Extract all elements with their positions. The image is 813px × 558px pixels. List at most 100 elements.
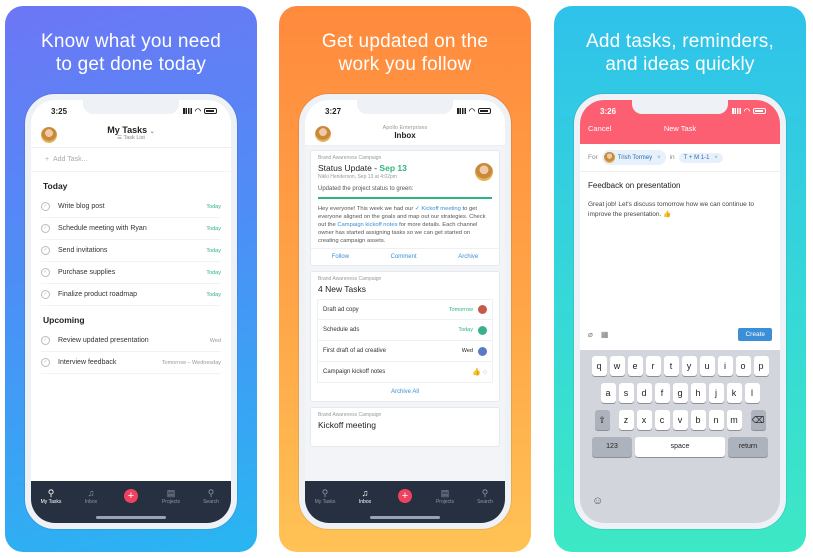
- tab-inbox[interactable]: ♫ Inbox: [351, 487, 379, 505]
- key-c[interactable]: c: [654, 410, 670, 430]
- tab-projects[interactable]: ▤ Projects: [431, 487, 459, 505]
- key-j[interactable]: j: [708, 383, 724, 403]
- plus-icon: +: [124, 489, 138, 503]
- task-row[interactable]: Draft ad copy Tomorrow: [317, 299, 493, 320]
- chevron-down-icon[interactable]: ⌄: [150, 129, 155, 135]
- checkmark-icon[interactable]: ✓: [41, 202, 50, 211]
- checkmark-icon[interactable]: ✓: [41, 224, 50, 233]
- phone-notch: [632, 100, 728, 114]
- kickoff-meeting-link[interactable]: ✓ Kickoff meeting: [415, 206, 461, 212]
- tab-inbox[interactable]: ♫ Inbox: [77, 487, 105, 505]
- task-row[interactable]: First draft of ad creative Wed: [317, 341, 493, 362]
- key-s[interactable]: s: [618, 383, 634, 403]
- assignee-avatar[interactable]: [478, 325, 487, 335]
- archive-button[interactable]: Archive: [458, 254, 478, 260]
- author-avatar[interactable]: [475, 163, 493, 181]
- list-icon: ☰: [117, 135, 123, 141]
- key-u[interactable]: u: [699, 356, 715, 376]
- kickoff-notes-link[interactable]: Campaign kickoff notes: [337, 222, 397, 228]
- task-row[interactable]: ✓ Purchase supplies Today: [41, 262, 221, 284]
- key-a[interactable]: a: [600, 383, 616, 403]
- key-i[interactable]: i: [717, 356, 733, 376]
- tab-my-tasks[interactable]: ⚲ My Tasks: [37, 487, 65, 505]
- project-name[interactable]: Brand Awareness Campaign: [311, 151, 499, 161]
- key-f[interactable]: f: [654, 383, 670, 403]
- kickoff-card[interactable]: Brand Awareness Campaign Kickoff meeting: [310, 407, 500, 447]
- checkmark-icon[interactable]: ✓: [41, 336, 50, 345]
- page-title[interactable]: My Tasks: [107, 125, 147, 135]
- promo-card-my-tasks: Know what you need to get done today 3:2…: [5, 6, 257, 552]
- tab-search[interactable]: ⚲ Search: [471, 487, 499, 505]
- checkmark-icon[interactable]: ✓: [41, 246, 50, 255]
- key-g[interactable]: g: [672, 383, 688, 403]
- checkmark-icon[interactable]: ✓: [41, 290, 50, 299]
- follow-button[interactable]: Follow: [332, 254, 349, 260]
- checkmark-icon[interactable]: ✓: [41, 268, 50, 277]
- due-date: Today: [206, 291, 221, 298]
- key-k[interactable]: k: [726, 383, 742, 403]
- key-v[interactable]: v: [672, 410, 688, 430]
- new-tasks-card[interactable]: Brand Awareness Campaign 4 New Tasks Dra…: [310, 271, 500, 402]
- caption: Get updated on the work you follow: [279, 30, 531, 76]
- task-row[interactable]: ✓ Schedule meeting with Ryan Today: [41, 218, 221, 240]
- key-p[interactable]: p: [753, 356, 769, 376]
- key-n[interactable]: n: [708, 410, 724, 430]
- assignee-chip[interactable]: Trish Tormey ×: [601, 150, 666, 165]
- task-row[interactable]: ✓ Review updated presentation Wed: [41, 330, 221, 352]
- task-description-field[interactable]: Great job! Let's discuss tomorrow how we…: [580, 190, 780, 230]
- assignee-avatar[interactable]: [478, 305, 487, 314]
- shift-key[interactable]: ⇧: [594, 410, 610, 430]
- tab-projects[interactable]: ▤ Projects: [157, 487, 185, 505]
- key-t[interactable]: t: [663, 356, 679, 376]
- add-button[interactable]: +: [391, 487, 419, 503]
- emoji-icon[interactable]: ☺: [592, 495, 603, 507]
- card-actions: Follow Comment Archive: [311, 248, 499, 265]
- assignee-avatar[interactable]: [478, 346, 487, 356]
- phone-frame: 3:25 ◠ My Tasks ⌄ ☰ Task List + Add Task…: [25, 94, 237, 529]
- key-l[interactable]: l: [744, 383, 760, 403]
- key-w[interactable]: w: [609, 356, 625, 376]
- project-chip[interactable]: T + M 1-1 ×: [678, 152, 723, 163]
- create-button[interactable]: Create: [738, 327, 772, 341]
- tab-my-tasks[interactable]: ⚲ My Tasks: [311, 487, 339, 505]
- backspace-icon[interactable]: ⌫: [750, 410, 766, 430]
- key-b[interactable]: b: [690, 410, 706, 430]
- task-name-field[interactable]: Feedback on presentation: [580, 172, 780, 190]
- like-comment-icon[interactable]: 👍 ○: [472, 368, 487, 376]
- due-date: Tomorrow – Wednesday: [161, 359, 221, 366]
- key-m[interactable]: m: [726, 410, 742, 430]
- key-d[interactable]: d: [636, 383, 652, 403]
- paperclip-icon[interactable]: ⌀: [588, 330, 593, 339]
- space-key[interactable]: space: [635, 437, 725, 457]
- close-icon[interactable]: ×: [714, 155, 718, 161]
- add-task-input[interactable]: + Add Task...: [31, 148, 231, 172]
- key-h[interactable]: h: [690, 383, 706, 403]
- close-icon[interactable]: ×: [657, 155, 661, 161]
- task-row[interactable]: ✓ Send invitations Today: [41, 240, 221, 262]
- key-o[interactable]: o: [735, 356, 751, 376]
- key-z[interactable]: z: [618, 410, 634, 430]
- comment-button[interactable]: Comment: [391, 254, 417, 260]
- task-row[interactable]: Campaign kickoff notes 👍 ○: [317, 362, 493, 383]
- checkmark-icon[interactable]: ✓: [41, 358, 50, 367]
- status-update-card[interactable]: Brand Awareness Campaign Status Update -…: [310, 150, 500, 266]
- key-y[interactable]: y: [681, 356, 697, 376]
- task-row[interactable]: ✓ Interview feedback Tomorrow – Wednesday: [41, 352, 221, 374]
- key-e[interactable]: e: [627, 356, 643, 376]
- task-row[interactable]: Schedule ads Today: [317, 320, 493, 341]
- project-name[interactable]: Brand Awareness Campaign: [311, 272, 499, 282]
- project-name[interactable]: Brand Awareness Campaign: [311, 408, 499, 418]
- tab-search[interactable]: ⚲ Search: [197, 487, 225, 505]
- key-r[interactable]: r: [645, 356, 661, 376]
- key-q[interactable]: q: [591, 356, 607, 376]
- numbers-key[interactable]: 123: [592, 437, 632, 457]
- card-title: Status Update - Sep 13: [318, 163, 407, 173]
- key-x[interactable]: x: [636, 410, 652, 430]
- archive-all-button[interactable]: Archive All: [311, 383, 499, 401]
- return-key[interactable]: return: [728, 437, 768, 457]
- task-row[interactable]: ✓ Write blog post Today: [41, 196, 221, 218]
- calendar-icon[interactable]: ▦: [601, 330, 609, 339]
- task-row[interactable]: ✓ Finalize product roadmap Today: [41, 284, 221, 306]
- add-button[interactable]: +: [117, 487, 145, 503]
- caption: Add tasks, reminders, and ideas quickly: [554, 30, 806, 76]
